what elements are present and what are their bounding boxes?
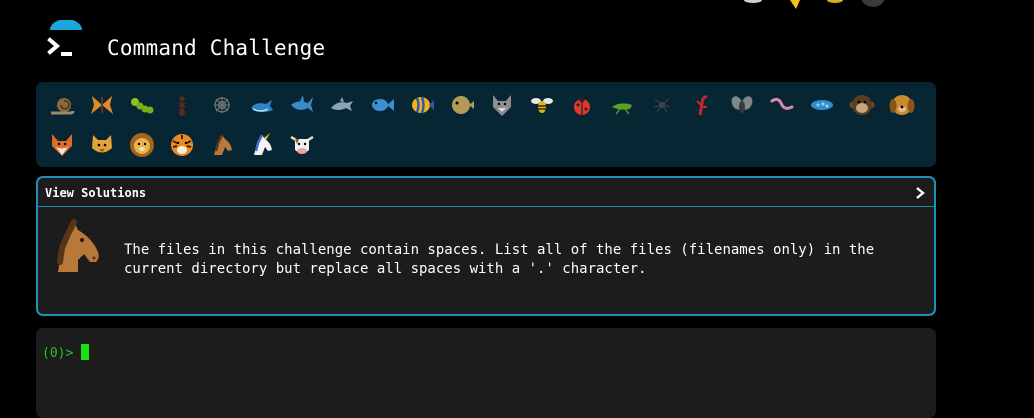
challenge-item[interactable] <box>202 125 242 165</box>
challenge-item[interactable] <box>482 85 522 125</box>
chevron-right-icon[interactable] <box>914 186 926 200</box>
wolf-icon <box>493 95 511 116</box>
caterpillar-icon <box>131 98 154 114</box>
snail-icon <box>51 98 75 115</box>
terminal-prompt: (0)> <box>42 346 74 361</box>
challenge-item[interactable] <box>322 85 362 125</box>
top-partial-icons <box>744 0 885 9</box>
challenge-item[interactable] <box>842 85 882 125</box>
ant-icon <box>177 96 187 116</box>
dolphin-icon <box>331 97 353 111</box>
lion-icon <box>130 133 154 157</box>
horse-icon <box>214 134 232 155</box>
challenge-item[interactable] <box>602 85 642 125</box>
spider-icon <box>653 98 671 113</box>
shark-icon <box>291 95 313 112</box>
terminal[interactable]: (0)> <box>36 328 936 418</box>
spider-web-icon <box>214 97 230 113</box>
challenge-item[interactable] <box>282 85 322 125</box>
challenge-item[interactable] <box>82 125 122 165</box>
challenge-item[interactable] <box>42 125 82 165</box>
butterfly-icon <box>91 96 113 114</box>
cow-icon <box>290 135 314 154</box>
whale-icon <box>251 100 273 113</box>
challenge-item[interactable] <box>202 85 242 125</box>
challenge-item[interactable] <box>802 85 842 125</box>
challenge-item[interactable] <box>882 85 922 125</box>
challenge-item[interactable] <box>162 125 202 165</box>
challenge-item[interactable] <box>242 85 282 125</box>
challenge-item[interactable] <box>282 125 322 165</box>
challenge-panel: View Solutions The files in this challen… <box>36 176 936 316</box>
challenge-item[interactable] <box>562 85 602 125</box>
fly-icon <box>731 96 753 113</box>
view-solutions-toggle[interactable]: View Solutions <box>45 186 146 200</box>
challenge-item[interactable] <box>442 85 482 125</box>
challenge-description: The files in this challenge contain spac… <box>124 242 875 277</box>
cat-icon <box>92 135 112 153</box>
panel-header[interactable]: View Solutions <box>38 178 934 207</box>
cricket-icon <box>612 103 632 115</box>
challenge-item[interactable] <box>122 85 162 125</box>
challenge-item[interactable] <box>122 125 162 165</box>
horse-icon <box>57 219 99 272</box>
challenge-selector <box>36 82 936 167</box>
ladybug-icon <box>574 96 590 115</box>
fish-icon <box>372 99 394 111</box>
challenge-item[interactable] <box>402 85 442 125</box>
tiger-icon <box>171 134 193 156</box>
challenge-item[interactable] <box>522 85 562 125</box>
challenge-item[interactable] <box>682 85 722 125</box>
app-title: Command Challenge <box>107 36 326 60</box>
microbe-icon <box>811 100 833 110</box>
challenge-item[interactable] <box>362 85 402 125</box>
unicorn-icon <box>254 133 272 155</box>
worm-icon <box>770 97 794 110</box>
bee-icon <box>531 98 553 113</box>
challenge-item[interactable] <box>162 85 202 125</box>
blowfish-icon <box>452 96 474 114</box>
challenge-item[interactable] <box>722 85 762 125</box>
challenge-item[interactable] <box>82 85 122 125</box>
fox-icon <box>52 134 72 156</box>
challenge-item[interactable] <box>42 85 82 125</box>
terminal-cursor[interactable] <box>81 344 89 360</box>
dog-icon <box>889 95 915 115</box>
scorpion-icon <box>696 95 708 116</box>
challenge-item[interactable] <box>242 125 282 165</box>
challenge-item[interactable] <box>642 85 682 125</box>
monkey-icon <box>849 95 875 115</box>
challenge-item[interactable] <box>762 85 802 125</box>
terminal-prompt-icon[interactable] <box>44 20 88 64</box>
tropical-fish-icon <box>412 96 434 114</box>
